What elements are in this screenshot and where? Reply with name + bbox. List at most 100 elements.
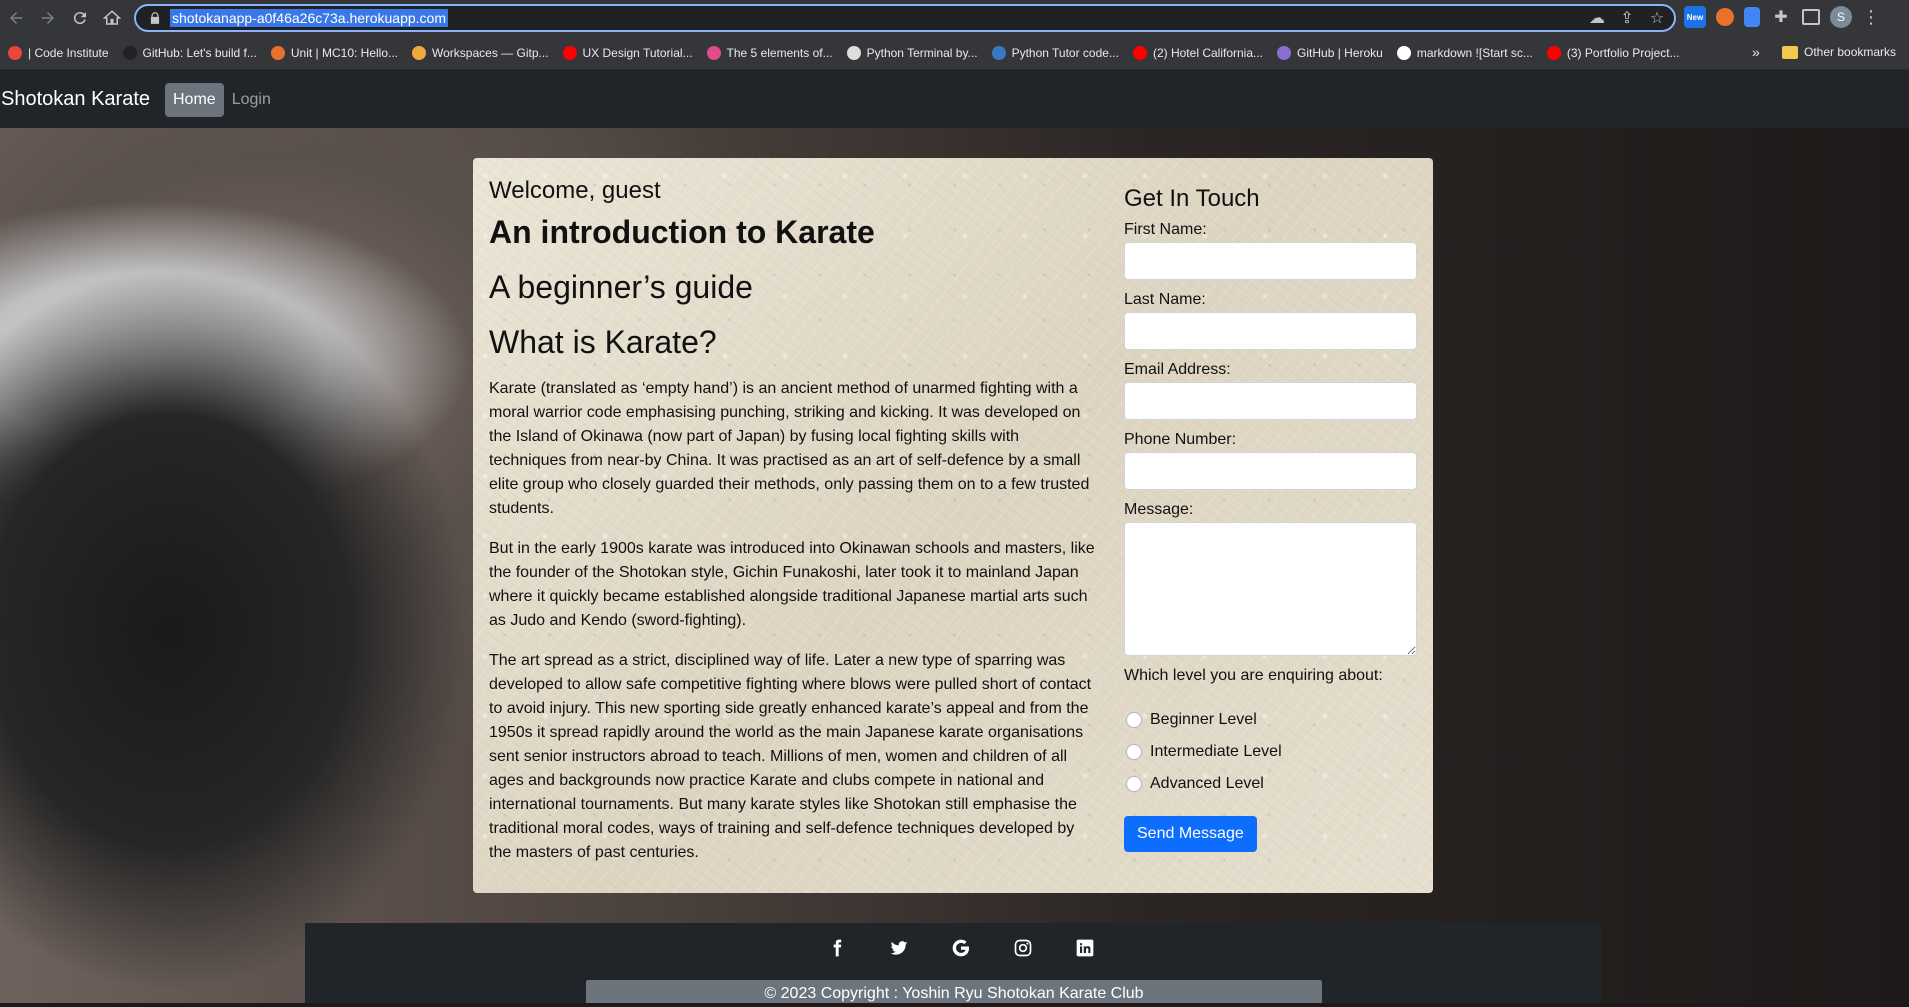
bookmark-item[interactable]: Python Terminal by... [846,45,978,60]
page-title: An introduction to Karate [489,214,875,250]
send-message-button[interactable]: Send Message [1124,816,1257,852]
other-bookmarks-label: Other bookmarks [1804,45,1897,59]
home-icon [103,10,121,25]
level-radio-group: Beginner Level Intermediate Level Advanc… [1124,704,1419,800]
bookmark-label: UX Design Tutorial... [582,45,693,60]
bookmark-favicon-icon [1277,45,1292,60]
puzzle-icon[interactable]: ✚ [1770,6,1792,28]
star-icon[interactable]: ☆ [1648,9,1666,27]
google-icon[interactable] [950,937,972,959]
welcome-text: Welcome, guest [489,177,661,204]
page-bottom-edge [0,1003,1909,1007]
other-bookmarks[interactable]: Other bookmarks [1782,45,1896,59]
bookmark-item[interactable]: UX Design Tutorial... [562,45,693,60]
bookmark-item[interactable]: (3) Portfolio Project... [1546,45,1680,60]
web-page: Shotokan Karate Home Login Welcome, gues… [0,71,1909,1007]
share-icon[interactable]: ⇪ [1618,9,1636,27]
nav-login[interactable]: Login [224,83,279,117]
folder-icon [1782,45,1798,59]
first-name-label: First Name: [1124,221,1207,238]
first-name-field[interactable] [1124,242,1417,280]
twitter-icon[interactable] [888,937,910,959]
paragraph-2: But in the early 1900s karate was introd… [489,540,1095,629]
extension-orange-icon[interactable] [1716,8,1734,26]
bookmark-item[interactable]: Workspaces — Gitp... [412,45,549,60]
radio-button[interactable] [1126,712,1142,728]
page-subtitle: A beginner’s guide [489,269,753,305]
bookmark-favicon-icon [412,45,427,60]
extension-blue-icon[interactable] [1744,7,1760,27]
bookmark-label: Python Tutor code... [1011,45,1119,60]
radio-intermediate[interactable]: Intermediate Level [1124,736,1419,768]
home-button[interactable] [96,2,128,34]
bookmark-favicon-icon [1132,45,1147,60]
browser-toolbar: shotokanapp-a0f46a26c73a.herokuapp.com ☁… [0,0,1909,36]
facebook-icon[interactable] [826,937,848,959]
forward-button[interactable] [32,2,64,34]
bookmark-label: Workspaces — Gitp... [432,45,549,60]
bookmark-favicon-icon [1396,45,1411,60]
bookmark-item[interactable]: GitHub | Heroku [1277,45,1383,60]
url-text[interactable]: shotokanapp-a0f46a26c73a.herokuapp.com [170,9,448,27]
bookmark-item[interactable]: The 5 elements of... [706,45,833,60]
intro-section: Welcome, guest An introduction to Karate… [489,176,1099,865]
new-extension-icon[interactable]: New [1684,6,1706,28]
bookmark-favicon-icon [8,45,22,60]
radio-label: Advanced Level [1150,775,1264,792]
profile-avatar[interactable]: S [1830,6,1852,28]
bookmark-label: | Code Institute [28,45,109,60]
radio-beginner[interactable]: Beginner Level [1124,704,1419,736]
bookmark-item[interactable]: Unit | MC10: Hello... [270,45,399,60]
site-navbar: Shotokan Karate Home Login [0,71,1909,128]
email-label: Email Address: [1124,361,1231,378]
level-question: Which level you are enquiring about: [1124,667,1383,684]
bookmark-favicon-icon [562,45,577,60]
radio-advanced[interactable]: Advanced Level [1124,768,1419,800]
message-field[interactable] [1124,522,1417,656]
bookmark-label: (3) Portfolio Project... [1566,45,1680,60]
radio-button[interactable] [1126,776,1142,792]
bookmark-label: Unit | MC10: Hello... [290,45,399,60]
menu-kebab-icon[interactable]: ⋮ [1862,7,1880,28]
bookmark-favicon-icon [1546,45,1561,60]
bookmarks-bar: | Code Institute GitHub: Let's build f...… [0,36,1909,70]
bookmark-label: GitHub | Heroku [1297,45,1383,60]
email-field[interactable] [1124,382,1417,420]
form-heading: Get In Touch [1124,185,1260,212]
arrow-left-icon [10,12,22,24]
cloud-icon[interactable]: ☁ [1588,9,1606,27]
phone-label: Phone Number: [1124,431,1237,448]
bookmark-item[interactable]: GitHub: Let's build f... [122,45,257,60]
linkedin-icon[interactable] [1074,937,1096,959]
bookmark-label: GitHub: Let's build f... [142,45,257,60]
phone-field[interactable] [1124,452,1417,490]
bookmark-item[interactable]: (2) Hotel California... [1132,45,1264,60]
bookmark-favicon-icon [706,45,721,60]
address-bar[interactable]: shotokanapp-a0f46a26c73a.herokuapp.com ☁… [134,4,1676,32]
site-footer: © 2023 Copyright : Yoshin Ryu Shotokan K… [305,923,1601,1007]
brand-link[interactable]: Shotokan Karate [1,88,150,111]
more-bookmarks-button[interactable]: » [1752,44,1760,60]
section-heading: What is Karate? [489,324,717,360]
bookmark-item[interactable]: Python Tutor code... [991,45,1119,60]
bookmark-label: Python Terminal by... [866,45,978,60]
reload-icon [73,12,86,25]
bookmark-label: (2) Hotel California... [1152,45,1264,60]
reload-button[interactable] [64,2,96,34]
paragraph-3: The art spread as a strict, disciplined … [489,652,1092,861]
bookmark-item[interactable]: | Code Institute [8,45,109,60]
last-name-field[interactable] [1124,312,1417,350]
nav-home[interactable]: Home [165,82,224,117]
bookmark-item[interactable]: markdown ![Start sc... [1396,45,1533,60]
side-panel-icon[interactable] [1802,9,1820,25]
social-links [305,937,1601,959]
message-label: Message: [1124,501,1194,518]
lock-icon [148,11,162,25]
bookmark-favicon-icon [991,45,1006,60]
radio-label: Intermediate Level [1150,743,1282,760]
radio-button[interactable] [1126,744,1142,760]
instagram-icon[interactable] [1012,937,1034,959]
back-button[interactable] [0,2,32,34]
radio-label: Beginner Level [1150,711,1257,728]
bookmark-favicon-icon [270,45,285,60]
